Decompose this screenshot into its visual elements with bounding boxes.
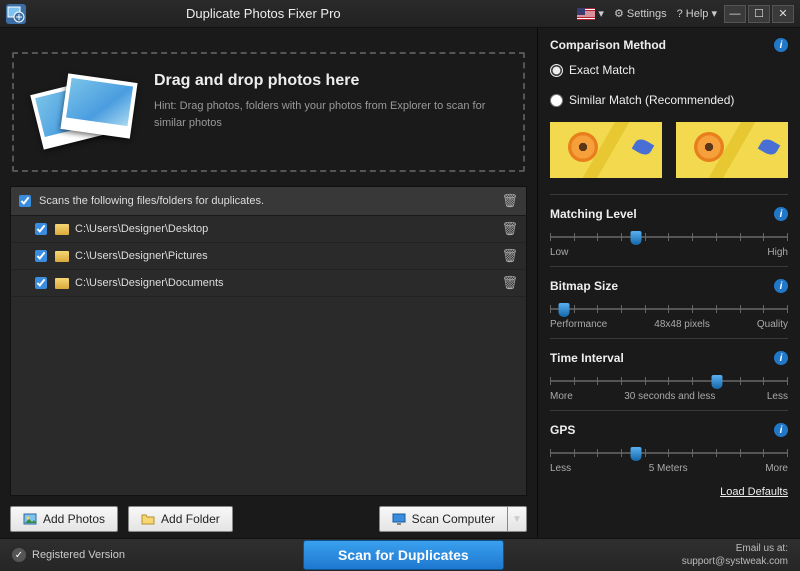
gps-slider[interactable] xyxy=(550,447,788,459)
gear-icon: ⚙ xyxy=(614,7,624,20)
similar-match-radio[interactable]: Similar Match (Recommended) xyxy=(550,88,788,112)
row-checkbox[interactable] xyxy=(35,277,47,289)
close-button[interactable]: ✕ xyxy=(772,5,794,23)
delete-row-icon[interactable]: 🗑 xyxy=(501,275,518,291)
add-photos-button[interactable]: Add Photos xyxy=(10,506,118,532)
slider-handle[interactable] xyxy=(630,447,641,461)
matching-level-title: Matching Level xyxy=(550,207,637,221)
language-selector[interactable]: ▾ xyxy=(577,7,604,20)
select-all-checkbox[interactable] xyxy=(19,195,31,207)
load-defaults-link[interactable]: Load Defaults xyxy=(550,480,788,498)
app-title: Duplicate Photos Fixer Pro xyxy=(186,6,341,21)
left-pane: Drag and drop photos here Hint: Drag pho… xyxy=(0,28,537,538)
support-email: Email us at: support@systweak.com xyxy=(682,542,788,568)
file-row[interactable]: C:\Users\Designer\Pictures 🗑 xyxy=(11,243,526,270)
titlebar: Duplicate Photos Fixer Pro ▾ ⚙ Settings … xyxy=(0,0,800,28)
footer: ✓ Registered Version Scan for Duplicates… xyxy=(0,538,800,571)
right-pane: Comparison Method i Exact Match Similar … xyxy=(538,28,800,538)
info-icon[interactable]: i xyxy=(774,423,788,437)
delete-all-icon[interactable]: 🗑 xyxy=(501,193,518,209)
bitmap-size-title: Bitmap Size xyxy=(550,279,618,293)
row-checkbox[interactable] xyxy=(35,250,47,262)
file-row[interactable]: C:\Users\Designer\Desktop 🗑 xyxy=(11,216,526,243)
maximize-button[interactable]: ☐ xyxy=(748,5,770,23)
flag-us-icon xyxy=(577,8,595,20)
folder-icon xyxy=(55,251,69,262)
exact-match-radio[interactable]: Exact Match xyxy=(550,58,788,82)
bitmap-size-slider[interactable] xyxy=(550,303,788,315)
slider-handle[interactable] xyxy=(559,303,570,317)
folder-icon xyxy=(55,278,69,289)
photo-stack-icon xyxy=(34,72,134,152)
folder-icon xyxy=(141,512,155,526)
settings-link[interactable]: ⚙ Settings xyxy=(614,7,667,20)
app-logo-icon xyxy=(6,4,26,24)
drop-zone[interactable]: Drag and drop photos here Hint: Drag pho… xyxy=(12,52,525,172)
matching-level-slider[interactable] xyxy=(550,231,788,243)
file-row[interactable]: C:\Users\Designer\Documents 🗑 xyxy=(11,270,526,297)
photo-icon xyxy=(23,512,37,526)
time-interval-title: Time Interval xyxy=(550,351,624,365)
drop-hint: Hint: Drag photos, folders with your pho… xyxy=(154,98,503,131)
file-list: Scans the following files/folders for du… xyxy=(10,186,527,496)
info-icon[interactable]: i xyxy=(774,351,788,365)
slider-handle[interactable] xyxy=(630,231,641,245)
time-interval-slider[interactable] xyxy=(550,375,788,387)
info-icon[interactable]: i xyxy=(774,207,788,221)
monitor-icon xyxy=(392,512,406,526)
slider-handle[interactable] xyxy=(711,375,722,389)
comparison-method-title: Comparison Method i xyxy=(550,38,788,52)
help-link[interactable]: ? Help ▾ xyxy=(677,7,717,20)
minimize-button[interactable]: — xyxy=(724,5,746,23)
file-list-header: Scans the following files/folders for du… xyxy=(11,187,526,216)
check-icon: ✓ xyxy=(12,548,26,562)
sample-thumb-2 xyxy=(676,122,788,178)
info-icon[interactable]: i xyxy=(774,38,788,52)
gps-title: GPS xyxy=(550,423,575,437)
sample-thumb-1 xyxy=(550,122,662,178)
registered-status: ✓ Registered Version xyxy=(12,548,125,562)
scan-for-duplicates-button[interactable]: Scan for Duplicates xyxy=(303,540,504,570)
info-icon[interactable]: i xyxy=(774,279,788,293)
delete-row-icon[interactable]: 🗑 xyxy=(501,248,518,264)
add-folder-button[interactable]: Add Folder xyxy=(128,506,233,532)
delete-row-icon[interactable]: 🗑 xyxy=(501,221,518,237)
folder-icon xyxy=(55,224,69,235)
drop-heading: Drag and drop photos here xyxy=(154,72,503,90)
scan-computer-dropdown[interactable]: ▼ xyxy=(507,506,527,532)
scan-computer-button[interactable]: Scan Computer xyxy=(379,506,507,532)
row-checkbox[interactable] xyxy=(35,223,47,235)
